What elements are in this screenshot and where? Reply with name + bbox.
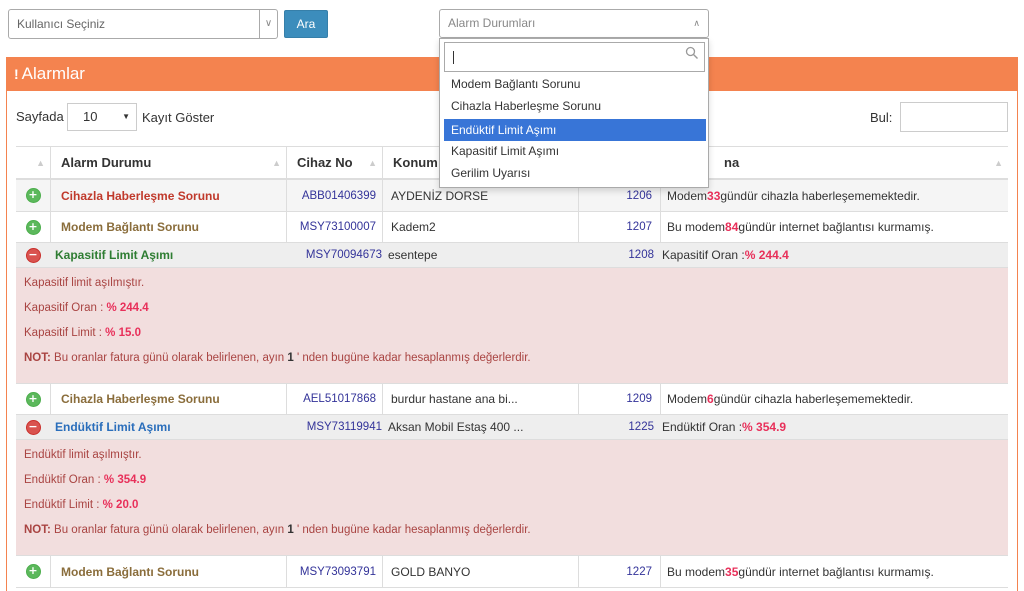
dropdown-option[interactable]: Cihazla Haberleşme Sorunu <box>444 95 706 117</box>
chevron-down-icon[interactable]: ∨ <box>259 10 277 38</box>
page-length-select[interactable]: 10 ▼ <box>67 103 137 131</box>
exclamation-icon: ! <box>14 66 19 82</box>
record-id: 1225 <box>628 421 654 433</box>
column-header-description[interactable]: na ▲ <box>660 147 1008 179</box>
caret-down-icon: ▼ <box>122 112 130 121</box>
user-select[interactable]: Kullanıcı Seçiniz ∨ <box>8 9 278 39</box>
sort-icon: ▲ <box>272 158 281 168</box>
detail-note: NOT: Bu oranlar fatura günü olarak belir… <box>24 352 531 364</box>
record-id: 1207 <box>578 212 660 242</box>
location: Aksan Mobil Estaş 400 ... <box>388 420 524 434</box>
expand-plus-icon[interactable]: + <box>26 392 40 406</box>
alarm-detail-panel: Kapasitif limit aşılmıştır. Kapasitif Or… <box>16 268 1008 384</box>
detail-message: Endüktif limit aşılmıştır. <box>24 449 142 461</box>
table-row[interactable]: + Modem Bağlantı Sorunu MSY73100007 Kade… <box>16 212 1008 243</box>
dropdown-option[interactable]: Kapasitif Limit Aşımı <box>444 140 706 162</box>
table-row[interactable]: − Endüktif Limit Aşımı MSY73119941 Aksan… <box>16 415 1008 440</box>
alarm-status: Modem Bağlantı Sorunu <box>50 556 286 587</box>
alarm-status: Kapasitif Limit Aşımı <box>55 248 174 262</box>
location: Kadem2 <box>382 212 578 242</box>
search-icon <box>685 46 698 59</box>
description: Modem 33 gündür cihazla haberleşememekte… <box>660 180 1008 211</box>
search-input[interactable] <box>900 102 1008 132</box>
show-records-label: Kayıt Göster <box>142 110 215 125</box>
expand-plus-icon[interactable]: + <box>26 189 40 202</box>
detail-message: Kapasitif limit aşılmıştır. <box>24 277 145 289</box>
table-row[interactable]: − Kapasitif Limit Aşımı MSY70094673 esen… <box>16 243 1008 268</box>
sort-icon: ▲ <box>368 158 377 168</box>
sort-icon: ▲ <box>36 158 45 168</box>
page-length-label: Sayfada <box>16 109 64 124</box>
sort-icon: ▲ <box>994 158 1003 168</box>
location: esentepe <box>388 248 438 262</box>
search-button[interactable]: Ara <box>284 10 328 38</box>
alarm-status: Endüktif Limit Aşımı <box>55 420 171 434</box>
search-label: Bul: <box>870 110 893 125</box>
dropdown-option[interactable]: Modem Bağlantı Sorunu <box>444 73 706 95</box>
user-select-placeholder: Kullanıcı Seçiniz <box>17 17 106 31</box>
description: Endüktif Oran : % 354.9 <box>662 420 787 434</box>
page-length-value: 10 <box>83 109 98 124</box>
chevron-up-icon: ∧ <box>693 18 700 28</box>
description: Bu modem 84 gündür internet bağlantısı k… <box>660 212 1008 242</box>
detail-ratio: Endüktif Oran : % 354.9 <box>24 474 147 486</box>
device-no: AEL51017868 <box>286 384 382 414</box>
panel-title: Alarmlar <box>21 64 85 83</box>
record-id: 1209 <box>578 384 660 414</box>
detail-limit: Endüktif Limit : % 20.0 <box>24 499 139 511</box>
collapse-minus-icon[interactable]: − <box>26 420 40 434</box>
device-no: MSY70094673 <box>305 249 382 261</box>
detail-limit: Kapasitif Limit : % 15.0 <box>24 327 141 339</box>
dropdown-option[interactable]: Gerilim Uyarısı <box>444 162 706 184</box>
collapse-minus-icon[interactable]: − <box>26 248 40 262</box>
column-header-device-no[interactable]: Cihaz No ▲ <box>286 147 382 179</box>
record-id: 1227 <box>578 556 660 587</box>
device-no: MSY73100007 <box>286 212 382 242</box>
detail-note: NOT: Bu oranlar fatura günü olarak belir… <box>24 524 531 536</box>
table-row[interactable]: + Cihazla Haberleşme Sorunu AEL51017868 … <box>16 384 1008 415</box>
location: burdur hastane ana bi... <box>382 384 578 414</box>
detail-ratio: Kapasitif Oran : % 244.4 <box>24 302 149 314</box>
record-id: 1208 <box>628 249 654 261</box>
description: Kapasitif Oran : % 244.4 <box>662 248 789 262</box>
device-no: MSY73119941 <box>306 421 382 433</box>
dropdown-option-selected[interactable]: Endüktif Limit Aşımı <box>444 119 706 141</box>
expand-plus-icon[interactable]: + <box>26 565 40 578</box>
description: Modem 6 gündür cihazla haberleşememekted… <box>660 384 1008 414</box>
expand-plus-icon[interactable]: + <box>26 220 40 234</box>
location: GOLD BANYO <box>382 556 578 587</box>
dropdown-search-input[interactable] <box>444 42 705 72</box>
alarm-status-select[interactable]: Alarm Durumları ∧ <box>439 9 709 38</box>
alarm-status-placeholder: Alarm Durumları <box>448 16 536 30</box>
text-cursor <box>453 51 454 64</box>
alarm-status: Cihazla Haberleşme Sorunu <box>50 384 286 414</box>
alarm-status: Modem Bağlantı Sorunu <box>50 212 286 242</box>
description: Bu modem 35 gündür internet bağlantısı k… <box>660 556 1008 587</box>
device-no: ABB01406399 <box>286 180 382 211</box>
alarm-status-dropdown: Modem Bağlantı Sorunu Cihazla Haberleşme… <box>439 38 709 188</box>
alarm-status: Cihazla Haberleşme Sorunu <box>50 180 286 211</box>
column-header-expand[interactable]: ▲ <box>16 147 50 179</box>
device-no: MSY73093791 <box>286 556 382 587</box>
table-row[interactable]: + Modem Bağlantı Sorunu MSY73093791 GOLD… <box>16 556 1008 588</box>
alarm-detail-panel: Endüktif limit aşılmıştır. Endüktif Oran… <box>16 440 1008 556</box>
column-header-alarm-status[interactable]: Alarm Durumu ▲ <box>50 147 286 179</box>
